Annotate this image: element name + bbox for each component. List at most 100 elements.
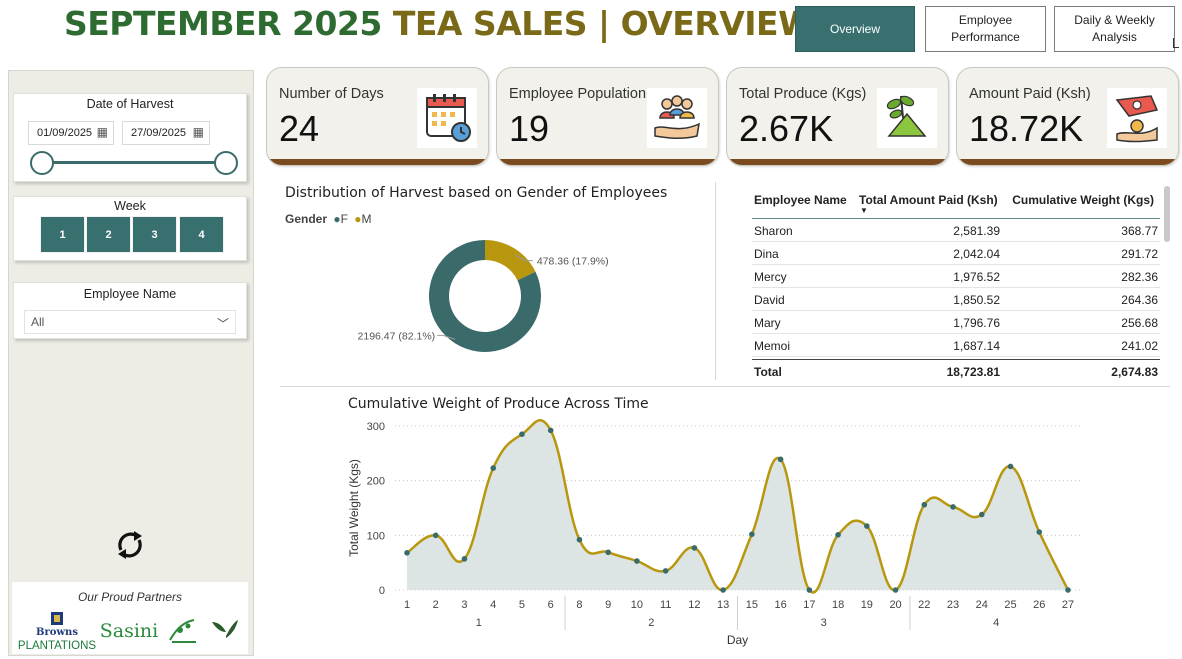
x-tick-label: 27 [1062, 599, 1074, 611]
week-4-label: 4 [198, 228, 205, 241]
leaf-partner-logo [212, 620, 238, 648]
data-point[interactable] [490, 465, 497, 471]
x-tick-label: 18 [832, 599, 844, 611]
column-header-total-amount[interactable]: Total Amount Paid (Ksh) [859, 193, 998, 207]
table-row[interactable]: Dina 2,042.04 291.72 [752, 242, 1160, 265]
employee-name-slicer: Employee Name All ﹀ [13, 282, 247, 339]
kpi-accent-bar [957, 159, 1178, 165]
data-point[interactable] [720, 587, 726, 593]
data-point[interactable] [519, 431, 525, 437]
end-date-value: 27/09/2025 [131, 127, 187, 139]
week-group-label: 1 [476, 617, 482, 629]
kpi-total-produce: Total Produce (Kgs) 2.67K [726, 67, 949, 166]
end-date-input[interactable]: 27/09/2025 ▦ [122, 121, 210, 145]
week-1-button[interactable]: 1 [40, 216, 85, 253]
data-point[interactable] [864, 523, 870, 529]
donut-chart: 2196.47 (82.1%) 478.36 (17.9%) [358, 240, 609, 352]
table-header: Employee Name Total Amount Paid (Ksh) ▼ … [752, 187, 1160, 219]
data-point[interactable] [978, 511, 985, 518]
x-tick-label: 11 [660, 599, 671, 611]
x-tick-label: 4 [490, 599, 496, 611]
plantations-text: PLANTATIONS [18, 640, 96, 652]
browns-text: Browns [36, 627, 78, 638]
cell-name: David [754, 293, 785, 307]
table-row[interactable]: Sharon 2,581.39 368.77 [752, 219, 1160, 242]
data-point[interactable] [662, 568, 669, 574]
x-tick-label: 25 [1004, 599, 1016, 611]
week-4-button[interactable]: 4 [179, 216, 224, 253]
week-3-button[interactable]: 3 [132, 216, 177, 253]
data-point[interactable] [605, 549, 611, 556]
data-point[interactable] [404, 550, 410, 556]
data-point[interactable] [921, 501, 928, 508]
x-tick-label: 6 [548, 599, 554, 611]
cell-name: Mary [754, 316, 781, 330]
start-date-input[interactable]: 01/09/2025 ▦ [28, 121, 114, 145]
data-point[interactable] [691, 545, 698, 551]
employee-slicer-title: Employee Name [83, 287, 177, 301]
date-range-end-handle[interactable] [214, 151, 238, 175]
data-point[interactable] [547, 427, 554, 434]
data-point[interactable] [576, 536, 583, 543]
x-tick-label: 24 [976, 599, 988, 611]
data-point[interactable] [835, 531, 841, 538]
table-row[interactable]: Mary 1,796.76 256.68 [752, 311, 1160, 334]
data-point[interactable] [1036, 529, 1043, 535]
week-group-label: 3 [821, 617, 827, 629]
page-title-part-2: TEA SALES | OVERVIEW [392, 4, 815, 43]
data-point[interactable] [892, 587, 899, 593]
employee-performance-label-line2: Performance [951, 30, 1020, 44]
partners-panel: Our Proud Partners Browns PLANTATIONS Sa… [12, 582, 248, 654]
data-point[interactable] [634, 558, 640, 564]
date-range-track [42, 161, 216, 164]
overview-button[interactable]: Overview [795, 6, 915, 52]
table-row[interactable]: Mercy 1,976.52 282.36 [752, 265, 1160, 288]
y-tick-label: 100 [367, 530, 385, 542]
kpi-accent-bar [497, 159, 718, 165]
cell-amount: 2,042.04 [953, 247, 1000, 261]
kpi-employee-population: Employee Population 19 [496, 67, 719, 166]
sort-desc-icon[interactable]: ▼ [860, 206, 868, 215]
table-row[interactable]: Memoi 1,687.14 241.02 [752, 334, 1160, 357]
date-range-start-handle[interactable] [30, 151, 54, 175]
data-point[interactable] [950, 504, 956, 510]
data-point[interactable] [461, 556, 468, 562]
calendar-icon[interactable]: ▦ [97, 125, 108, 139]
partners-logos: Browns PLANTATIONS Sasini [18, 612, 238, 652]
cell-name: Memoi [754, 339, 791, 353]
kpi-value: 18.72K [969, 108, 1084, 149]
kpi-value: 24 [279, 108, 320, 149]
sasini-logo: Sasini [100, 620, 158, 642]
legend-f-marker: ● [333, 212, 341, 226]
y-tick-label: 0 [379, 585, 385, 597]
kpi-amount-paid: Amount Paid (Ksh) 18.72K [956, 67, 1179, 166]
x-tick-label: 20 [889, 599, 901, 611]
cell-name: Mercy [754, 270, 787, 284]
week-2-button[interactable]: 2 [86, 216, 131, 253]
page-title-part-1: SEPTEMBER 2025 [64, 4, 393, 43]
data-point[interactable] [806, 587, 813, 593]
x-tick-label: 9 [605, 599, 611, 611]
employee-name-dropdown[interactable]: All ﹀ [24, 310, 236, 334]
table-row[interactable]: David 1,850.52 264.36 [752, 288, 1160, 311]
data-point[interactable] [1065, 587, 1071, 593]
cell-amount: 2,581.39 [953, 224, 1000, 238]
donut-chart-title: Distribution of Harvest based on Gender … [285, 185, 668, 201]
employee-performance-button[interactable]: Employee Performance [925, 6, 1046, 52]
table-total-row: Total 18,723.81 2,674.83 [752, 359, 1160, 383]
data-point[interactable] [777, 456, 784, 463]
column-header-cumulative-weight[interactable]: Cumulative Weight (Kgs) [1012, 193, 1154, 207]
week-group-label: 2 [648, 617, 654, 629]
kpi-value: 2.67K [739, 108, 834, 149]
refresh-icon[interactable] [113, 528, 147, 562]
calendar-icon [417, 88, 477, 148]
calendar-icon[interactable]: ▦ [193, 125, 204, 139]
daily-weekly-analysis-button[interactable]: Daily & Weekly Analysis [1054, 6, 1175, 52]
table-scrollbar[interactable] [1164, 186, 1170, 242]
data-point[interactable] [1007, 463, 1014, 470]
chevron-down-icon: ﹀ [216, 317, 229, 331]
total-label: Total [754, 365, 782, 379]
column-header-employee-name[interactable]: Employee Name [754, 193, 847, 207]
data-point[interactable] [432, 532, 439, 539]
data-point[interactable] [749, 531, 755, 538]
